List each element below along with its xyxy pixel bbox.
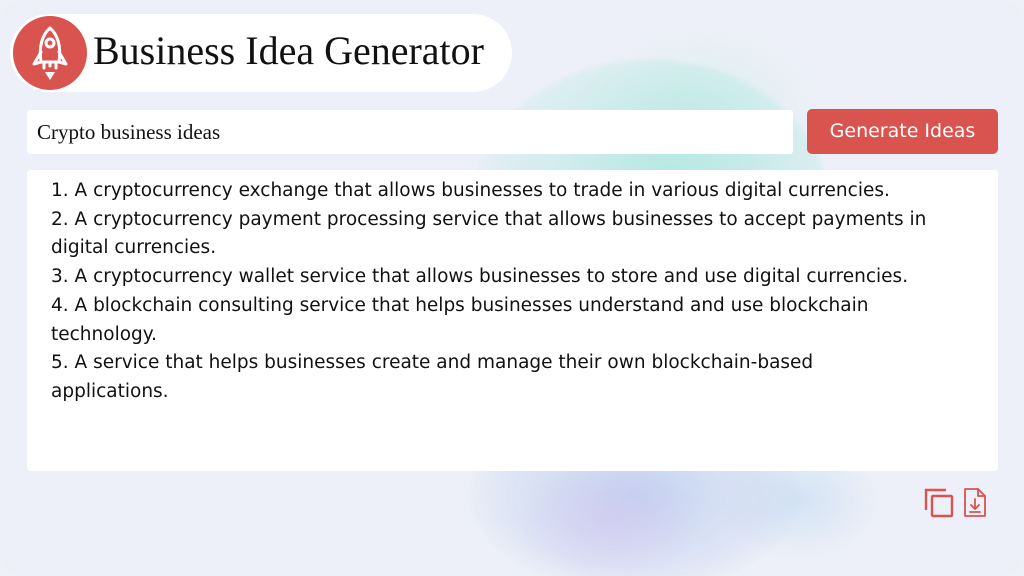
results-panel: 1. A cryptocurrency exchange that allows… [27, 170, 998, 471]
background-decoration [520, 460, 700, 576]
idea-item: 1. A cryptocurrency exchange that allows… [51, 180, 890, 201]
copy-icon[interactable] [923, 487, 955, 519]
download-file-icon[interactable] [961, 487, 989, 519]
generate-ideas-button[interactable]: Generate Ideas [807, 109, 998, 154]
idea-item: 4. A blockchain consulting service that … [51, 294, 869, 345]
search-box [27, 110, 793, 154]
idea-item: 2. A cryptocurrency payment processing s… [51, 208, 927, 259]
idea-topic-input[interactable] [27, 110, 793, 154]
app-window: Business Idea Generator Generate Ideas 1… [0, 0, 1024, 576]
app-title: Business Idea Generator [93, 28, 484, 73]
idea-item: 5. A service that helps businesses creat… [51, 352, 814, 402]
rocket-icon [13, 16, 87, 90]
idea-item: 3. A cryptocurrency wallet service that … [51, 266, 909, 288]
